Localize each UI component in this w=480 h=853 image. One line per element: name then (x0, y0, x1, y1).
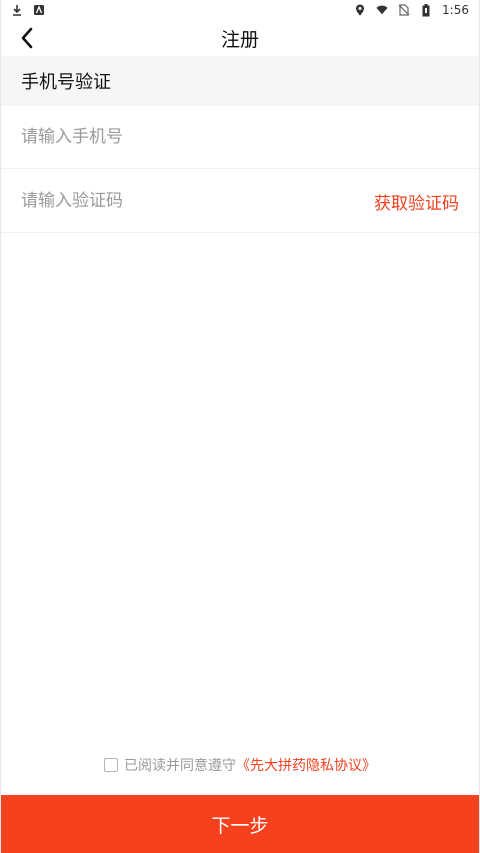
get-code-button[interactable]: 获取验证码 (374, 189, 459, 214)
page-title: 注册 (220, 28, 259, 51)
phone-row (1, 106, 479, 169)
status-left-icons (11, 4, 45, 16)
next-step-button[interactable]: 下一步 (1, 795, 479, 853)
app-notification-icon (33, 4, 45, 16)
verification-code-input[interactable] (21, 191, 364, 211)
status-bar: 1:56 (1, 0, 479, 20)
status-time: 1:56 (442, 3, 469, 17)
verification-code-row: 获取验证码 (1, 170, 479, 233)
section-title: 手机号验证 (21, 72, 111, 93)
wifi-icon (376, 4, 388, 16)
app-bar: 注册 (1, 20, 479, 56)
status-right-icons: 1:56 (354, 3, 469, 17)
agreement-line: 已阅读并同意遵守 《先大拼药隐私协议》 (1, 754, 479, 776)
agreement-checkbox[interactable] (104, 758, 118, 772)
back-button[interactable] (13, 24, 41, 52)
download-icon (11, 4, 23, 16)
phone-input[interactable] (21, 127, 459, 147)
no-sim-icon (398, 4, 410, 16)
location-icon (354, 4, 366, 16)
battery-icon (420, 3, 432, 16)
chevron-left-icon (19, 26, 35, 50)
agreement-text: 已阅读并同意遵守 (124, 758, 236, 774)
privacy-agreement-link[interactable]: 《先大拼药隐私协议》 (236, 755, 376, 775)
next-step-label: 下一步 (211, 814, 269, 837)
register-screen: 1:56 注册 手机号验证 获取验证码 已阅读并同意遵守 《先大拼药隐私协议》 … (0, 0, 480, 853)
section-header: 手机号验证 (1, 56, 479, 106)
